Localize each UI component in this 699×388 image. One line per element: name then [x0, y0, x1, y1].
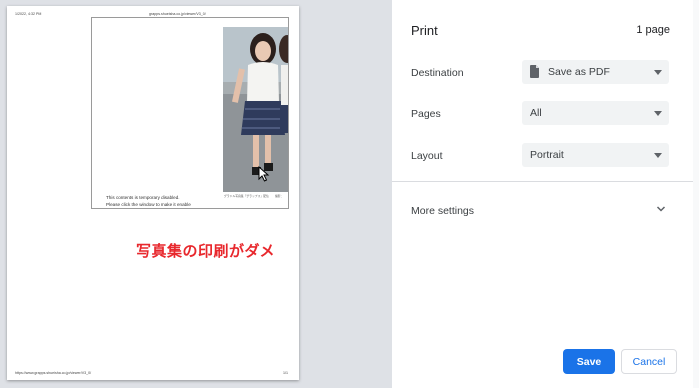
cursor-arrow-icon [258, 166, 270, 182]
destination-select[interactable]: Save as PDF [522, 60, 669, 84]
caret-down-icon [654, 153, 662, 158]
chevron-down-icon[interactable] [656, 205, 666, 213]
page-footer-url: https://www.grapps.shueisha.co.jp/viewer… [15, 371, 92, 375]
save-button[interactable]: Save [563, 349, 615, 374]
print-title: Print [411, 23, 438, 38]
photo-image [223, 27, 288, 192]
page-count: 1 page [636, 24, 670, 36]
layout-label: Layout [411, 150, 443, 162]
caption-right: 撮影： [275, 194, 284, 198]
pages-select[interactable]: All [522, 101, 669, 125]
photo-caption: グラドル写真集「グラップス」配信 撮影： [223, 194, 288, 208]
layout-value: Portrait [530, 149, 564, 161]
pages-value: All [530, 107, 542, 119]
print-settings-panel: Print 1 page Destination Save as PDF Pag… [392, 0, 699, 388]
more-settings-toggle[interactable]: More settings [411, 205, 474, 217]
disabled-notice-line2: Please click the window to make it enabl… [106, 202, 191, 207]
preview-page: 1/2022, 4:32 PM grapps.shueisha.co.jp/vi… [7, 6, 299, 380]
page-footer-number: 1/1 [283, 371, 288, 375]
caption-left: グラドル写真集「グラップス」配信 [224, 194, 269, 198]
caret-down-icon [654, 111, 662, 116]
scrollbar[interactable] [693, 0, 699, 388]
destination-value: Save as PDF [548, 66, 610, 78]
pdf-file-icon [530, 65, 539, 78]
print-preview-area: 1/2022, 4:32 PM grapps.shueisha.co.jp/vi… [0, 0, 392, 388]
destination-label: Destination [411, 67, 464, 79]
divider [392, 181, 699, 182]
overlay-caption: 写真集の印刷がダメ [136, 243, 276, 260]
cancel-button[interactable]: Cancel [621, 349, 677, 374]
page-header-date: 1/2022, 4:32 PM [15, 12, 42, 16]
disabled-notice-line1: This contents is temporary disabled. [106, 195, 180, 200]
pages-label: Pages [411, 108, 441, 120]
page-header-url: grapps.shueisha.co.jp/viewer/V3_0/ [149, 12, 206, 16]
layout-select[interactable]: Portrait [522, 143, 669, 167]
caret-down-icon [654, 70, 662, 75]
